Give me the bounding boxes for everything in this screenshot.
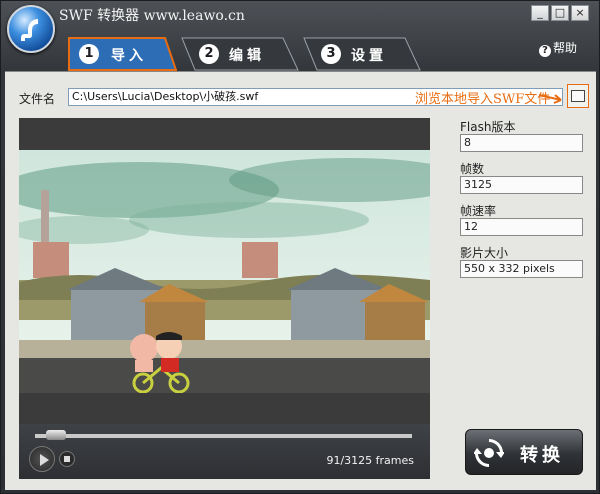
file-name-label: 文件名 <box>19 92 56 106</box>
browse-button[interactable] <box>567 84 589 108</box>
tab-number: 2 <box>199 44 219 64</box>
tab-label: 导入 <box>111 48 147 64</box>
tab-label: 设置 <box>351 48 387 64</box>
window-title: SWF 转换器 www.leawo.cn <box>59 8 245 24</box>
close-button[interactable]: × <box>571 5 589 21</box>
stop-button[interactable] <box>59 451 75 467</box>
frame-rate-label: 帧速率 <box>460 204 497 218</box>
frame-count-value: 3125 <box>460 176 583 194</box>
browse-annotation: 浏览本地导入SWF文件 <box>415 92 551 107</box>
import-panel: 文件名 C:\Users\Lucia\Desktop\小破孩.swf 浏览本地导… <box>5 71 596 490</box>
convert-button[interactable]: 转换 <box>465 429 583 475</box>
folder-open-icon <box>571 90 585 102</box>
convert-label: 转换 <box>520 445 564 466</box>
tab-settings[interactable]: 3 设置 <box>303 37 421 71</box>
title-bar: SWF 转换器 www.leawo.cn _ □ × <box>1 1 599 27</box>
play-icon <box>40 454 49 466</box>
maximize-button[interactable]: □ <box>551 5 569 21</box>
movie-size-label: 影片大小 <box>460 246 509 260</box>
app-logo-icon <box>7 5 55 53</box>
movie-size-value: 550 x 332 pixels <box>460 260 583 278</box>
tab-edit[interactable]: 2 编辑 <box>181 37 299 71</box>
frame-rate-value: 12 <box>460 218 583 236</box>
tab-label: 编辑 <box>229 48 265 64</box>
play-button[interactable] <box>29 446 55 472</box>
video-preview <box>19 118 430 424</box>
convert-icon <box>474 439 504 467</box>
annotation-arrow-icon <box>539 94 562 104</box>
seek-bar[interactable] <box>35 434 412 438</box>
minimize-button[interactable]: _ <box>531 5 549 21</box>
frame-count-label: 帧数 <box>460 162 485 176</box>
swf-scene-image <box>19 150 430 393</box>
help-icon: ? <box>538 45 551 57</box>
frame-counter: 91/3125 frames <box>326 454 414 467</box>
tab-number: 3 <box>321 44 341 64</box>
player-controls: 91/3125 frames <box>19 424 430 479</box>
tab-number: 1 <box>79 44 99 64</box>
help-button[interactable]: ? 帮助 <box>538 39 577 57</box>
flash-version-value: 8 <box>460 134 583 152</box>
step-tabs: 1 导入 2 编辑 3 设置 <box>67 37 427 71</box>
app-window: SWF 转换器 www.leawo.cn _ □ × 1 导入 2 编辑 3 设… <box>0 0 600 494</box>
help-label: 帮助 <box>552 41 577 55</box>
flash-version-label: Flash版本 <box>460 120 516 134</box>
seek-handle[interactable] <box>45 430 66 440</box>
tab-import[interactable]: 1 导入 <box>67 37 177 71</box>
